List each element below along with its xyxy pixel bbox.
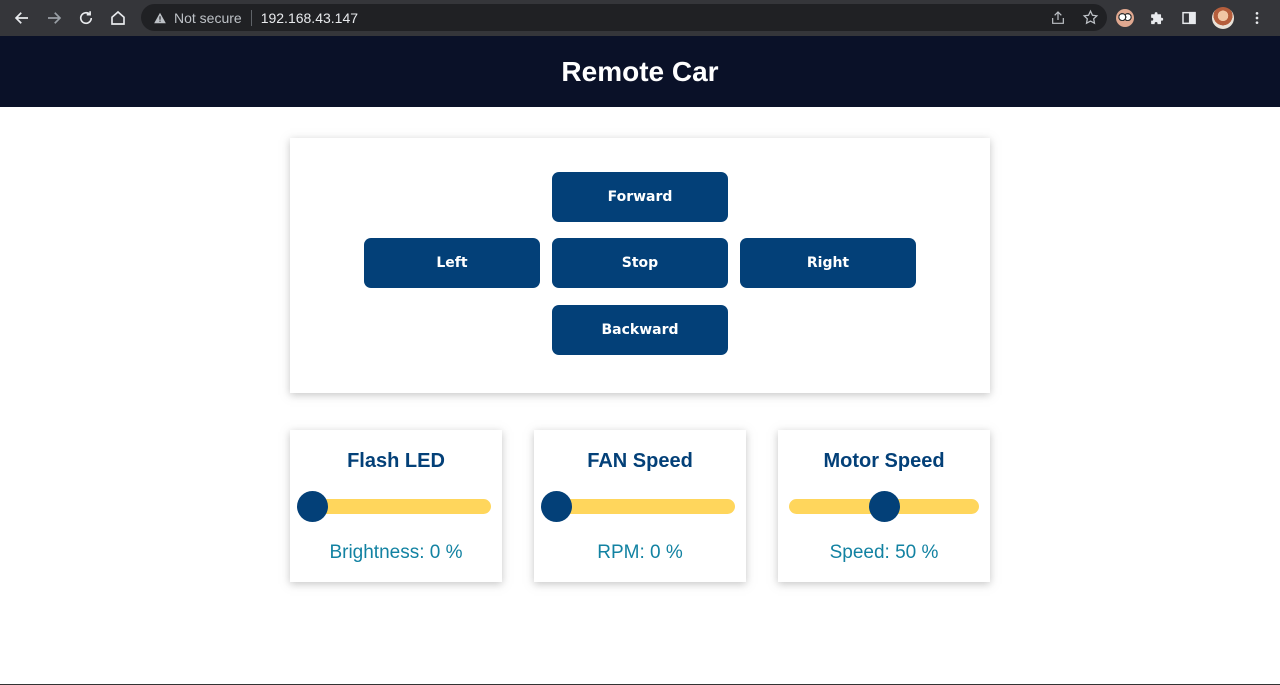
flash-led-slider-thumb[interactable] bbox=[297, 491, 328, 522]
left-button[interactable]: Left bbox=[364, 238, 540, 288]
fan-speed-slider[interactable] bbox=[541, 491, 735, 522]
top-nav: Remote Car bbox=[0, 36, 1280, 107]
rpm-readout: RPM: 0 % bbox=[597, 542, 683, 563]
reload-icon[interactable] bbox=[70, 2, 102, 34]
right-button[interactable]: Right bbox=[740, 238, 916, 288]
motor-speed-card: Motor Speed Speed: 50 % bbox=[778, 430, 990, 582]
brightness-readout: Brightness: 0 % bbox=[329, 542, 463, 563]
fan-speed-slider-thumb[interactable] bbox=[541, 491, 572, 522]
home-icon[interactable] bbox=[102, 2, 134, 34]
security-label[interactable]: Not secure bbox=[174, 10, 242, 26]
forward-nav-icon[interactable] bbox=[38, 2, 70, 34]
extension-avatar-icon[interactable] bbox=[1116, 9, 1134, 27]
sidepanel-icon[interactable] bbox=[1180, 9, 1198, 27]
warning-icon bbox=[153, 11, 167, 25]
browser-toolbar: Not secure 192.168.43.147 bbox=[0, 0, 1280, 36]
fan-speed-title: FAN Speed bbox=[587, 450, 693, 472]
motor-speed-slider[interactable] bbox=[789, 491, 979, 522]
star-icon[interactable] bbox=[1081, 9, 1099, 27]
address-bar[interactable]: Not secure 192.168.43.147 bbox=[141, 4, 1107, 31]
forward-button[interactable]: Forward bbox=[552, 172, 728, 222]
back-icon[interactable] bbox=[6, 2, 38, 34]
menu-icon[interactable] bbox=[1248, 9, 1266, 27]
speed-readout: Speed: 50 % bbox=[829, 542, 939, 563]
share-icon[interactable] bbox=[1049, 9, 1067, 27]
divider bbox=[250, 9, 252, 26]
motor-speed-slider-thumb[interactable] bbox=[868, 491, 900, 522]
control-card: Forward Left Stop Right Backward bbox=[290, 138, 990, 393]
flash-led-slider[interactable] bbox=[297, 491, 491, 522]
url-text[interactable]: 192.168.43.147 bbox=[261, 10, 358, 26]
puzzle-icon[interactable] bbox=[1148, 9, 1166, 27]
flash-led-card: Flash LED Brightness: 0 % bbox=[290, 430, 502, 582]
page-title: Remote Car bbox=[561, 55, 719, 87]
fan-speed-card: FAN Speed RPM: 0 % bbox=[534, 430, 746, 582]
backward-button[interactable]: Backward bbox=[552, 305, 728, 355]
flash-led-title: Flash LED bbox=[347, 450, 445, 472]
profile-avatar[interactable] bbox=[1212, 7, 1234, 29]
stop-button[interactable]: Stop bbox=[552, 238, 728, 288]
motor-speed-title: Motor Speed bbox=[823, 450, 945, 472]
